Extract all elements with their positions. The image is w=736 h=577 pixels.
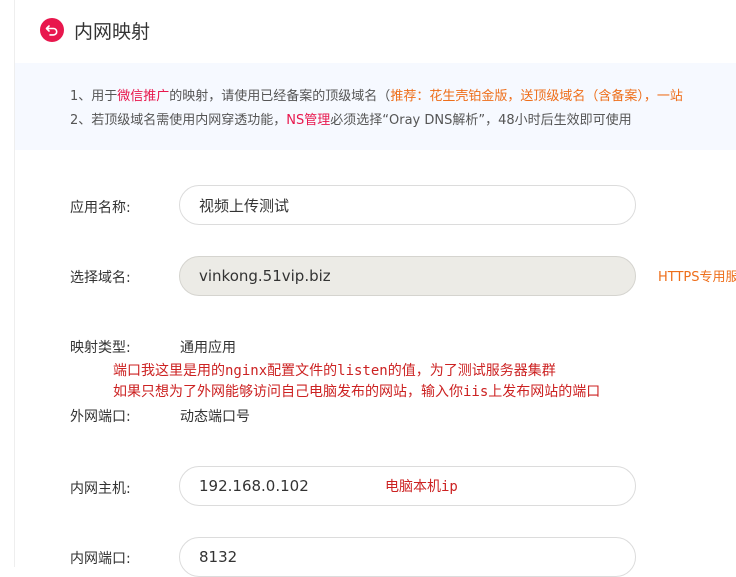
port-annotation-1: 端口我这里是用的nginx配置文件的listen的值，为了测试服务器集群	[113, 363, 556, 379]
external-port-value: 动态端口号	[180, 409, 250, 425]
port-annotation-2: 如果只想为了外网能够访问自己电脑发布的网站，输入你iis上发布网站的端口	[113, 384, 601, 400]
external-port-label: 外网端口:	[70, 409, 131, 425]
internal-port-label: 内网端口:	[70, 551, 131, 567]
ns-manage-link[interactable]: NS管理	[286, 113, 330, 128]
domain-label: 选择域名:	[70, 270, 131, 286]
mapping-type-label: 映射类型:	[70, 340, 131, 356]
mapping-type-value: 通用应用	[180, 340, 236, 356]
notice-line-1: 1、用于微信推广的映射，请使用已经备案的顶级域名（推荐：花生壳铂金版，送顶级域名…	[70, 89, 683, 104]
internal-host-label: 内网主机:	[70, 481, 131, 497]
https-link[interactable]: HTTPS专用服	[658, 266, 736, 285]
wechat-promo-link[interactable]: 微信推广	[117, 89, 169, 104]
back-arrow-icon[interactable]	[40, 18, 64, 42]
app-name-label: 应用名称:	[70, 200, 131, 216]
page-title: 内网映射	[74, 20, 151, 43]
notice-line-2: 2、若顶级域名需使用内网穿透功能，NS管理必须选择“Oray DNS解析”，48…	[70, 113, 632, 128]
page-header: 内网映射	[40, 16, 150, 44]
internal-port-input[interactable]: 8132	[179, 537, 636, 577]
host-annotation: 电脑本机ip	[385, 479, 458, 495]
back-arrow-glyph	[45, 25, 58, 36]
app-name-input[interactable]: 视频上传测试	[179, 185, 636, 225]
domain-select[interactable]: vinkong.51vip.biz	[179, 256, 636, 296]
recommend-link[interactable]: 推荐：花生壳铂金版，送顶级域名（含备案），一站	[390, 89, 683, 104]
notice-panel: 1、用于微信推广的映射，请使用已经备案的顶级域名（推荐：花生壳铂金版，送顶级域名…	[15, 63, 736, 150]
